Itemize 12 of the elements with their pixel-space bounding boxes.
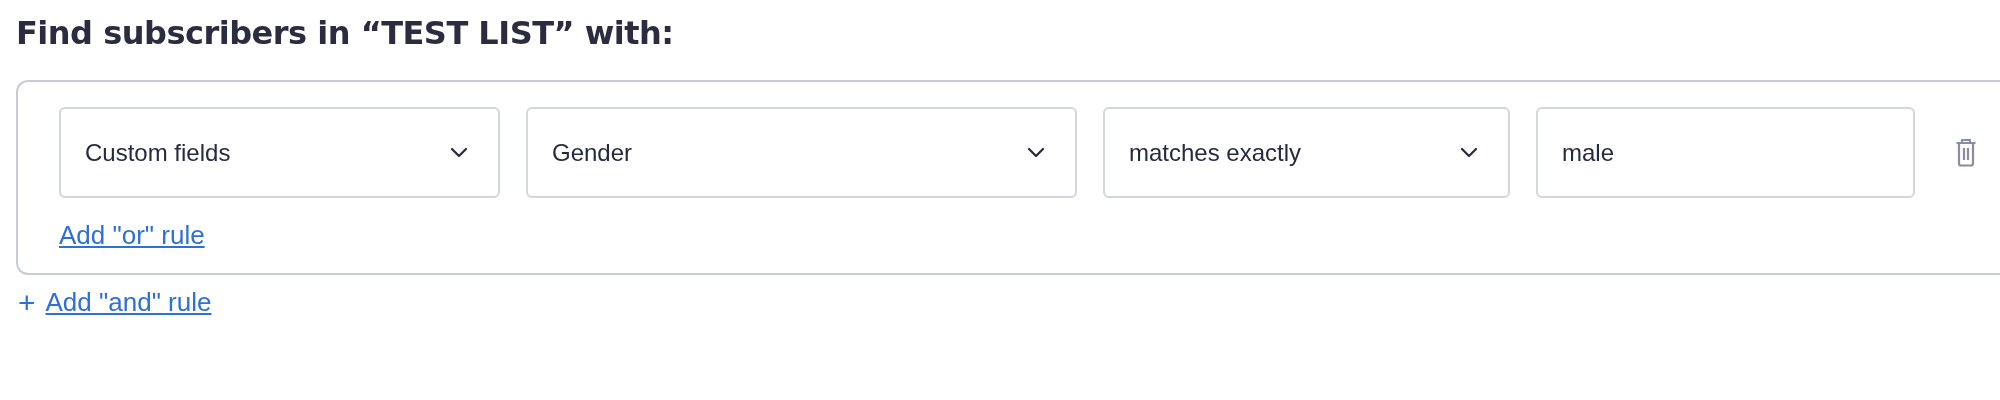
page-heading: Find subscribers in “TEST LIST” with: bbox=[16, 14, 674, 52]
add-or-rule-link[interactable]: Add "or" rule bbox=[59, 220, 205, 251]
dropdown[interactable]: Custom fields bbox=[59, 107, 500, 198]
dropdown[interactable]: Gender bbox=[526, 107, 1077, 198]
chevron-down-icon bbox=[1460, 147, 1478, 158]
add-and-rule-link[interactable]: Add "and" rule bbox=[45, 287, 212, 318]
dropdown[interactable]: matches exactly bbox=[1103, 107, 1510, 198]
text-field[interactable]: male bbox=[1536, 107, 1915, 198]
trash-icon[interactable] bbox=[1955, 138, 1977, 167]
chevron-down-icon bbox=[1027, 147, 1045, 158]
plus-icon: + bbox=[18, 287, 36, 318]
chevron-down-icon bbox=[450, 147, 468, 158]
